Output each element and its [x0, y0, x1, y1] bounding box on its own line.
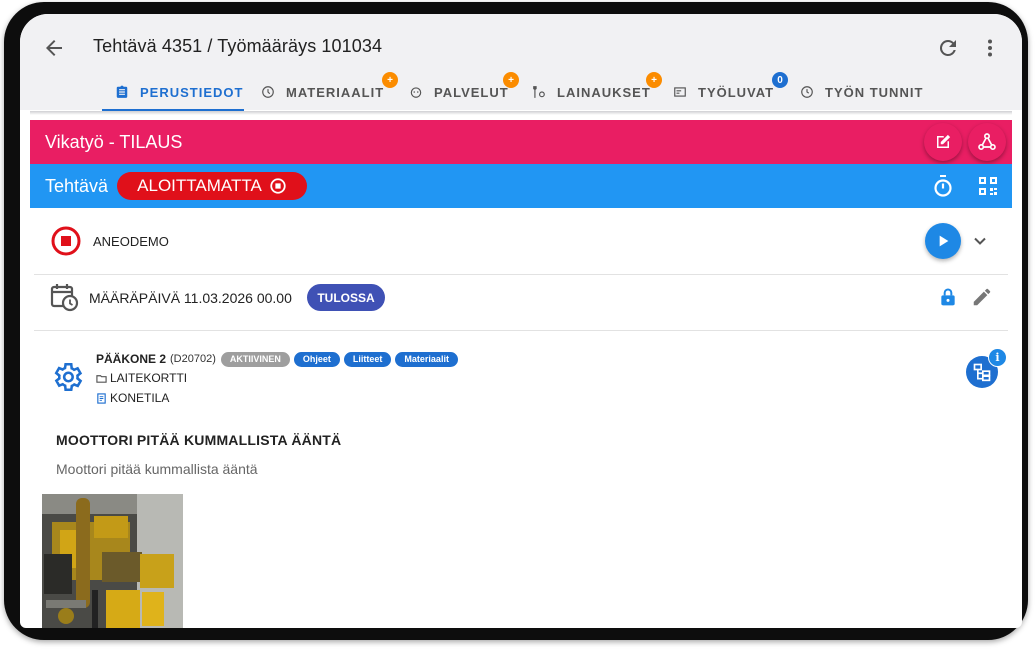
materials-chip[interactable]: Materiaalit	[395, 351, 458, 367]
tree-structure-icon	[973, 363, 991, 382]
tyoluvat-count-badge: 0	[772, 72, 788, 88]
info-icon[interactable]: i	[988, 348, 1007, 367]
timer-button[interactable]	[931, 174, 955, 198]
fault-description: Moottori pitää kummallista ääntä	[56, 461, 258, 477]
lock-open-icon	[941, 288, 955, 306]
tab-palvelut[interactable]: PALVELUT +	[409, 72, 519, 110]
tab-bar: PERUSTIEDOT MATERIAALIT + PALVELUT + LAI…	[20, 72, 1022, 110]
instructions-chip[interactable]: Ohjeet	[293, 351, 340, 367]
more-menu-button[interactable]	[978, 36, 1002, 60]
arrow-left-icon	[46, 40, 62, 56]
folder-icon	[96, 373, 107, 384]
row-divider	[34, 330, 1008, 331]
qr-code-button[interactable]	[976, 174, 1000, 198]
app-bar: Tehtävä 4351 / Työmääräys 101034 PERUSTI…	[20, 14, 1022, 110]
task-label: Tehtävä	[45, 176, 109, 196]
attachments-chip[interactable]: Liitteet	[343, 351, 392, 367]
row-divider	[34, 274, 1008, 275]
machine-code: (D20702)	[170, 353, 216, 365]
clipboard-icon	[115, 85, 129, 99]
hierarchy-icon	[978, 133, 996, 150]
tab-perustiedot[interactable]: PERUSTIEDOT	[115, 74, 243, 110]
calendar-clock-icon	[50, 282, 80, 312]
app-screen: Tehtävä 4351 / Työmääräys 101034 PERUSTI…	[20, 14, 1022, 628]
order-header: Vikatyö - TILAUS	[30, 120, 1012, 164]
refresh-icon	[939, 39, 956, 56]
lock-button[interactable]	[938, 287, 958, 307]
cog-icon	[261, 85, 275, 99]
palvelut-add-badge[interactable]: +	[503, 72, 519, 88]
engine-photo[interactable]	[42, 494, 183, 628]
edit-deadline-button[interactable]	[971, 286, 993, 308]
device-frame: Tehtävä 4351 / Työmääräys 101034 PERUSTI…	[4, 2, 1028, 640]
lainaukset-add-badge[interactable]: +	[646, 72, 662, 88]
machine-header: PÄÄKONE 2 (D20702) AKTIIVINEN Ohjeet Lii…	[96, 350, 462, 368]
deadline-status-badge: TULOSSA	[307, 284, 385, 311]
deadline-text: MÄÄRÄPÄIVÄ 11.03.2026 00.00	[89, 290, 292, 306]
play-icon	[939, 235, 949, 247]
stop-circle-icon	[270, 178, 286, 194]
header-shadow	[30, 111, 1012, 115]
task-status-text: ALOITTAMATTA	[137, 176, 262, 195]
stopwatch-icon	[934, 175, 952, 197]
tab-materiaalit[interactable]: MATERIAALIT +	[261, 72, 398, 110]
more-vert-icon	[988, 39, 992, 57]
tab-lainaukset[interactable]: LAINAUKSET +	[532, 72, 662, 110]
document-icon	[96, 392, 107, 404]
refresh-button[interactable]	[936, 36, 960, 60]
device-card-link[interactable]: LAITEKORTTI	[96, 371, 187, 385]
tab-tyon-tunnit[interactable]: TYÖN TUNNIT	[800, 74, 923, 110]
deadline-row: MÄÄRÄPÄIVÄ 11.03.2026 00.00 TULOSSA	[30, 276, 1012, 330]
worker-row: ANEODEMO	[30, 208, 1012, 274]
edit-square-icon	[937, 134, 951, 148]
permit-icon	[673, 85, 687, 99]
qr-code-icon	[979, 177, 997, 195]
share-order-button[interactable]	[968, 123, 1006, 161]
task-header: Tehtävä ALOITTAMATTA	[30, 164, 1012, 208]
machine-space-link[interactable]: KONETILA	[96, 391, 169, 405]
order-title: Vikatyö - TILAUS	[45, 132, 183, 152]
machine-status-chip: AKTIIVINEN	[220, 351, 290, 367]
machine-gear-icon	[50, 360, 84, 394]
edit-order-button[interactable]	[924, 123, 962, 161]
tab-tyoluvat[interactable]: TYÖLUVAT 0	[673, 72, 788, 110]
pencil-icon	[973, 288, 991, 306]
not-started-icon	[50, 225, 82, 257]
clock-icon	[800, 85, 814, 99]
machine-name: PÄÄKONE 2	[96, 352, 167, 366]
worker-name: ANEODEMO	[93, 234, 169, 249]
chevron-down-icon	[974, 237, 986, 245]
back-button[interactable]	[42, 36, 66, 60]
start-task-button[interactable]	[925, 223, 961, 259]
service-icon	[409, 85, 423, 99]
tools-icon	[532, 85, 546, 99]
expand-button[interactable]	[968, 229, 992, 253]
page-title: Tehtävä 4351 / Työmääräys 101034	[93, 36, 383, 56]
fault-title: MOOTTORI PITÄÄ KUMMALLISTA ÄÄNTÄ	[56, 432, 342, 448]
task-status-badge[interactable]: ALOITTAMATTA	[117, 172, 307, 200]
materiaalit-add-badge[interactable]: +	[382, 72, 398, 88]
